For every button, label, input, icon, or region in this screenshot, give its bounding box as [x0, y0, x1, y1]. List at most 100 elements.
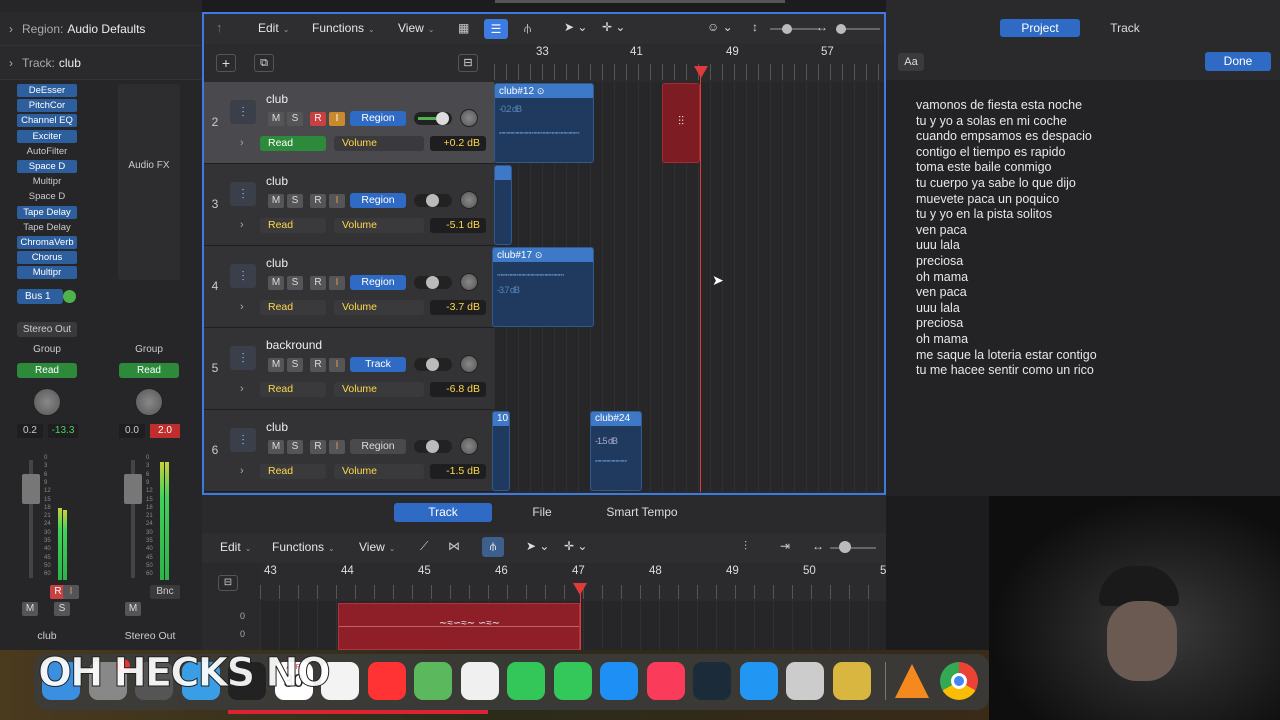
solo-button[interactable]: S [287, 440, 303, 454]
automation-parameter[interactable]: Volume [334, 218, 424, 233]
track-header[interactable]: 4 ⫶ club M S R I Region › Read Volume -3… [204, 246, 494, 328]
track-on-toggle[interactable] [414, 276, 452, 289]
output-slot[interactable]: Stereo Out [17, 322, 77, 337]
photos-icon[interactable] [460, 662, 499, 700]
tab-file-editor[interactable]: File [492, 503, 592, 522]
catch-icon[interactable]: ⫛ [524, 21, 531, 36]
mute-button-2[interactable]: M [125, 602, 141, 616]
edit-menu[interactable]: Edit ⌄ [258, 21, 289, 35]
track-name[interactable]: club [266, 92, 288, 106]
track-header[interactable]: 5 ⫶ backround M S R I Track › Read Volum… [204, 328, 494, 410]
track-on-toggle[interactable] [414, 194, 452, 207]
font-button[interactable]: Aa [898, 53, 924, 71]
track-header[interactable]: 3 ⫶ club M S R I Region › Read Volume -5… [204, 164, 494, 246]
input-monitor-button[interactable]: I [329, 194, 345, 208]
solo-button-1[interactable]: S [54, 602, 70, 616]
chevron-right-icon[interactable]: › [240, 137, 244, 149]
automation-mode-2[interactable]: Read [119, 363, 179, 378]
track-name[interactable]: club [266, 174, 288, 188]
done-button[interactable]: Done [1205, 52, 1271, 71]
record-button[interactable]: R [310, 358, 326, 372]
facetime-icon[interactable] [507, 662, 545, 700]
functions-menu[interactable]: Functions ⌄ [312, 21, 375, 35]
duplicate-track-icon[interactable]: ⧉ [254, 54, 274, 72]
editor-view-menu[interactable]: View ⌄ [359, 540, 396, 554]
secondary-tool-icon[interactable]: ✛ ⌄ [602, 20, 625, 34]
region-track-toggle[interactable]: Region [350, 439, 406, 454]
automation-parameter[interactable]: Volume [334, 136, 424, 151]
automation-mode[interactable]: Read [260, 382, 326, 397]
track-header[interactable]: 2 ⫶ club M S R I Region › Read Volume +0… [204, 82, 494, 164]
mute-button[interactable]: M [268, 440, 284, 454]
input-monitor-button[interactable]: I [329, 440, 345, 454]
fader-cap-2[interactable] [124, 474, 142, 504]
editor-ruler[interactable]: 43 44 45 46 47 48 49 50 5 [260, 563, 886, 601]
editor-pointer-icon[interactable]: ➤ ⌄ [526, 539, 549, 553]
vertical-zoom-slider[interactable] [770, 28, 820, 30]
stocks-icon[interactable] [693, 662, 731, 700]
waveform-zoom-icon[interactable]: ⫶ [744, 539, 747, 554]
region-track-toggle[interactable]: Region [350, 193, 406, 208]
chevron-right-icon[interactable]: › [240, 383, 244, 395]
vertical-zoom-icon[interactable]: ↕ [752, 20, 758, 34]
plugin-slot[interactable]: Tape Delay [17, 221, 77, 234]
mute-button[interactable]: M [268, 194, 284, 208]
plugin-slot[interactable]: DeEsser [17, 84, 77, 97]
audio-region-club12[interactable]: club#12 ⊙ -0.2 dB ╍┅╍┅╍┅╍┅╍┅╍┅╍┅╍┅╍┅ [494, 83, 594, 163]
back-arrow-icon[interactable]: ↑ [216, 20, 223, 35]
tab-track-editor[interactable]: Track [394, 503, 492, 522]
track-name[interactable]: backround [266, 338, 322, 352]
track-on-toggle[interactable] [414, 112, 452, 125]
audio-region-club24[interactable]: club#24 -1.5 dB ╍┅╍┅╍┅╍ [590, 411, 642, 491]
pan-knob-2[interactable] [135, 388, 163, 416]
maps-icon[interactable] [414, 662, 452, 700]
plugin-slot[interactable]: Exciter [17, 129, 77, 143]
solo-button[interactable]: S [287, 112, 303, 126]
input-monitor-button[interactable]: I [329, 276, 345, 290]
automation-mode[interactable]: Read [260, 218, 326, 233]
automation-value[interactable]: -3.7 dB [430, 300, 486, 315]
plugin-slot[interactable]: ChromaVerb [17, 236, 77, 249]
plugin-slot[interactable]: Channel EQ [17, 114, 77, 128]
solo-button[interactable]: S [287, 358, 303, 372]
record-button[interactable]: R [310, 276, 326, 290]
track-name[interactable]: club [266, 420, 288, 434]
audio-region-10[interactable]: 10 [492, 411, 510, 491]
grid-icon[interactable]: ▦ [458, 21, 474, 37]
track-header[interactable]: 6 ⫶ club M S R I Region › Read Volume -1… [204, 410, 494, 492]
track-inspector-header[interactable]: › Track: club [0, 46, 202, 80]
messages-icon[interactable] [553, 662, 592, 700]
horizontal-zoom-thumb[interactable] [836, 24, 846, 34]
region-track-toggle[interactable]: Region [350, 111, 406, 126]
pan-knob[interactable] [460, 191, 478, 209]
pan-knob[interactable] [460, 273, 478, 291]
compressor-icon[interactable] [786, 662, 824, 700]
input-monitor-button[interactable]: I [329, 358, 345, 372]
editor-global-icon[interactable]: ⊟ [218, 575, 238, 591]
fit-icon[interactable]: ⇥ [780, 539, 790, 553]
automation-parameter[interactable]: Volume [334, 464, 424, 479]
music-icon[interactable] [646, 662, 685, 700]
pan-knob[interactable] [460, 437, 478, 455]
list-view-icon[interactable]: ☰ [484, 19, 508, 39]
solo-button[interactable]: S [287, 194, 303, 208]
record-button[interactable]: R [310, 440, 326, 454]
input-monitor-button[interactable]: I [63, 585, 79, 599]
automation-mode[interactable]: Read [260, 464, 326, 479]
plugin-slot[interactable]: Multipr [17, 175, 77, 188]
pointer-tool-icon[interactable]: ➤ ⌄ [564, 20, 587, 34]
mute-button[interactable]: M [268, 358, 284, 372]
editor-tool2-icon[interactable]: ✛ ⌄ [564, 539, 587, 553]
track-on-toggle[interactable] [414, 358, 452, 371]
track-on-toggle[interactable] [414, 440, 452, 453]
plugin-slot[interactable]: Tape Delay [17, 205, 77, 219]
plugin-slot[interactable]: Space D [17, 190, 77, 203]
automation-value[interactable]: +0.2 dB [430, 136, 486, 151]
track-name[interactable]: club [266, 256, 288, 270]
fade-icon[interactable]: ⋈ [448, 539, 460, 553]
pan-knob[interactable] [460, 109, 478, 127]
automation-value[interactable]: -5.1 dB [430, 218, 486, 233]
record-button[interactable]: R [310, 194, 326, 208]
editor-zoom-slider[interactable] [830, 547, 876, 549]
editor-functions-menu[interactable]: Functions ⌄ [272, 540, 335, 554]
